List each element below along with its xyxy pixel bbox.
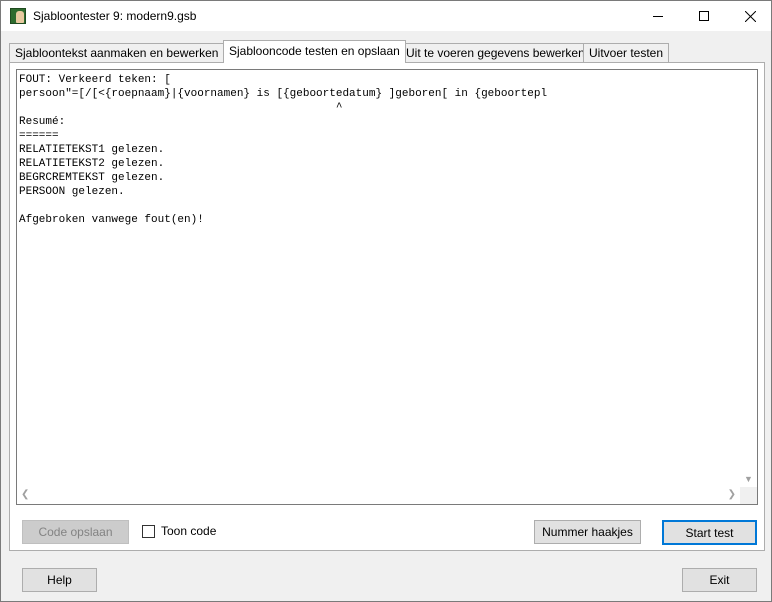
help-button[interactable]: Help bbox=[22, 568, 97, 592]
close-icon bbox=[744, 10, 756, 22]
window-title: Sjabloontester 9: modern9.gsb bbox=[33, 9, 197, 23]
exit-button[interactable]: Exit bbox=[682, 568, 757, 592]
toon-code-label: Toon code bbox=[161, 524, 217, 538]
close-button[interactable] bbox=[727, 1, 772, 31]
minimize-button[interactable] bbox=[635, 1, 681, 31]
horizontal-scrollbar[interactable]: ❮ ❯ bbox=[17, 487, 740, 504]
scroll-down-icon[interactable]: ▼ bbox=[744, 474, 753, 484]
scroll-corner bbox=[740, 487, 757, 504]
tab-panel: FOUT: Verkeerd teken: [ persoon"=[/[<{ro… bbox=[9, 62, 765, 551]
code-opslaan-button[interactable]: Code opslaan bbox=[22, 520, 129, 544]
vertical-scrollbar[interactable]: ▼ bbox=[740, 70, 757, 488]
minimize-icon bbox=[653, 15, 663, 17]
tab-sjablooncode[interactable]: Sjablooncode testen en opslaan bbox=[223, 40, 406, 63]
tab-uitvoer-gegevens[interactable]: Uit te voeren gegevens bewerken bbox=[400, 43, 591, 63]
output-textarea[interactable]: FOUT: Verkeerd teken: [ persoon"=[/[<{ro… bbox=[16, 69, 758, 505]
nummer-haakjes-button[interactable]: Nummer haakjes bbox=[534, 520, 641, 544]
start-test-button[interactable]: Start test bbox=[662, 520, 757, 545]
portrait-icon bbox=[10, 8, 26, 24]
toon-code-checkbox[interactable] bbox=[142, 524, 155, 538]
scroll-right-icon[interactable]: ❯ bbox=[728, 489, 736, 500]
output-text: FOUT: Verkeerd teken: [ persoon"=[/[<{ro… bbox=[19, 74, 548, 226]
scroll-left-icon[interactable]: ❮ bbox=[21, 489, 29, 500]
title-bar: Sjabloontester 9: modern9.gsb bbox=[1, 1, 771, 31]
tab-uitvoer-testen[interactable]: Uitvoer testen bbox=[583, 43, 670, 63]
maximize-icon bbox=[699, 11, 709, 21]
maximize-button[interactable] bbox=[681, 1, 727, 31]
main-window: Sjabloontester 9: modern9.gsb Sjabloonte… bbox=[0, 0, 772, 602]
toon-code-checkbox-wrap[interactable]: Toon code bbox=[142, 523, 216, 539]
tab-sjabloontekst[interactable]: Sjabloontekst aanmaken en bewerken bbox=[9, 43, 225, 63]
